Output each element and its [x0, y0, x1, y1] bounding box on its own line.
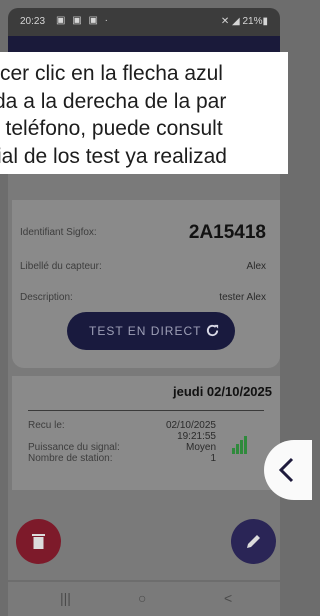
- trash-icon: [32, 534, 45, 549]
- home-button[interactable]: ○: [138, 590, 146, 606]
- pencil-icon: [247, 535, 260, 548]
- received-date: 02/10/2025: [165, 420, 216, 431]
- received-label: Recu le:: [28, 420, 65, 431]
- system-nav-bar: ||| ○ <: [8, 582, 280, 616]
- stations-label: Nombre de station:: [28, 453, 113, 464]
- signal-strength-icon: [232, 436, 247, 454]
- sigfox-value: 2A15418: [188, 222, 266, 243]
- chevron-left-icon: [278, 457, 294, 483]
- divider: [28, 410, 264, 411]
- status-bar: 20:23 ▣ ▣ ▣ · ✕ ◢ 21%▮: [8, 8, 280, 36]
- status-right: ✕ ◢ 21%▮: [220, 16, 268, 27]
- description-label: Description:: [20, 292, 73, 303]
- refresh-icon: [206, 324, 219, 337]
- received-time: 19:21:55: [177, 431, 216, 442]
- signal-value: Moyen: [185, 442, 216, 453]
- libelle-value: Alex: [246, 261, 266, 272]
- recent-apps-button[interactable]: |||: [60, 590, 71, 606]
- sensor-card: Identifiant Sigfox: 2A15418 Libellé du c…: [12, 200, 280, 368]
- caption-line-3: u teléfono, puede consult: [0, 117, 223, 140]
- notification-icons: ▣ ▣ ▣ ·: [56, 15, 111, 26]
- description-value: tester Alex: [219, 292, 266, 303]
- instruction-caption: cer clic en la flecha azul da a la derec…: [0, 52, 288, 174]
- test-result-card: jeudi 02/10/2025 Recu le: 02/10/2025 19:…: [12, 376, 280, 490]
- libelle-label: Libellé du capteur:: [20, 261, 102, 272]
- edit-button[interactable]: [231, 519, 276, 564]
- stations-value: 1: [210, 453, 216, 464]
- test-date: jeudi 02/10/2025: [172, 384, 272, 399]
- sigfox-label: Identifiant Sigfox:: [20, 227, 97, 238]
- caption-line-1: cer clic en la flecha azul: [0, 62, 223, 85]
- caption-line-4: rial de los test ya realizad: [0, 145, 227, 168]
- delete-button[interactable]: [16, 519, 61, 564]
- signal-label: Puissance du signal:: [28, 442, 120, 453]
- status-time: 20:23: [20, 16, 46, 27]
- back-button[interactable]: <: [224, 590, 232, 606]
- caption-line-2: da a la derecha de la par: [0, 90, 227, 113]
- live-test-label: TEST EN DIRECT: [89, 324, 202, 338]
- live-test-button[interactable]: TEST EN DIRECT: [67, 312, 235, 350]
- battery-level: 21%: [242, 16, 263, 27]
